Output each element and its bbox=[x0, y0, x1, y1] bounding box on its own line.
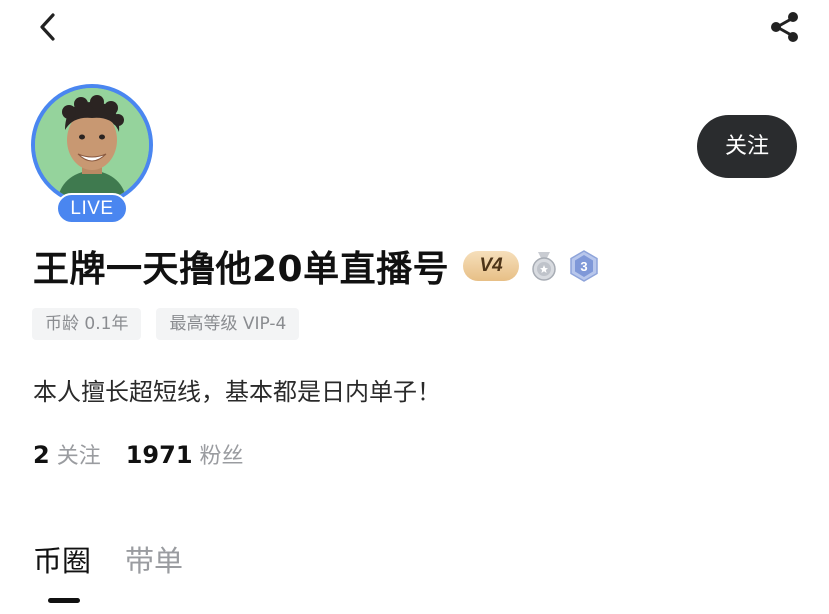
followers-count[interactable]: 1971 bbox=[126, 441, 193, 469]
active-tab-indicator bbox=[48, 598, 80, 603]
level-hexagon-badge[interactable]: 3 bbox=[569, 250, 599, 282]
follow-button[interactable]: 关注 bbox=[697, 115, 797, 178]
follow-stats: 2 关注 1971 粉丝 bbox=[33, 438, 244, 470]
tab-copy-trading[interactable]: 带单 bbox=[125, 538, 183, 580]
following-count[interactable]: 2 bbox=[33, 441, 50, 469]
name-row: 王牌一天撸他20单直播号 V4 3 bbox=[33, 240, 599, 292]
profile-page: LIVE 关注 王牌一天撸他20单直播号 V4 3 币龄 0.1年 最高等级 V… bbox=[0, 0, 829, 614]
silver-medal-icon[interactable] bbox=[529, 250, 559, 282]
following-label[interactable]: 关注 bbox=[57, 438, 101, 470]
username: 王牌一天撸他20单直播号 bbox=[33, 249, 450, 290]
share-button[interactable] bbox=[766, 8, 804, 46]
bio-text: 本人擅长超短线，基本都是日内单子！ bbox=[33, 378, 441, 406]
share-icon bbox=[771, 12, 798, 42]
avatar-container[interactable]: LIVE bbox=[31, 84, 153, 224]
content-tabs: 币圈 带单 bbox=[33, 538, 217, 580]
chevron-left-icon bbox=[40, 13, 55, 41]
vip-level-badge[interactable]: V4 bbox=[463, 251, 520, 281]
profile-tags: 币龄 0.1年 最高等级 VIP-4 bbox=[32, 308, 314, 340]
avatar[interactable] bbox=[31, 84, 153, 206]
level-number: 3 bbox=[580, 259, 587, 274]
max-level-tag: 最高等级 VIP-4 bbox=[156, 308, 300, 340]
tab-coin-circle[interactable]: 币圈 bbox=[33, 538, 91, 580]
live-badge: LIVE bbox=[56, 193, 128, 224]
avatar-photo bbox=[35, 88, 149, 202]
back-button[interactable] bbox=[33, 10, 63, 44]
coin-age-tag: 币龄 0.1年 bbox=[32, 308, 142, 340]
followers-label[interactable]: 粉丝 bbox=[200, 438, 244, 470]
